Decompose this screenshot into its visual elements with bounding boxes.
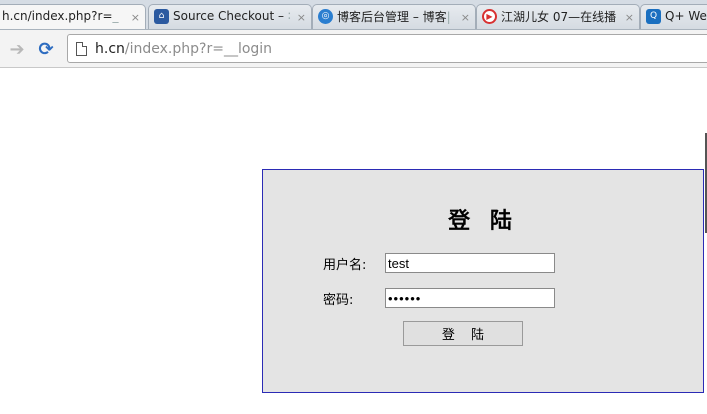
password-input[interactable]: [385, 288, 555, 308]
username-input[interactable]: [385, 253, 555, 273]
tab-video[interactable]: ▶ 江湖儿女 07—在线播 ×: [476, 4, 640, 29]
username-label: 用户名:: [323, 258, 367, 273]
login-button[interactable]: 登 陆: [403, 321, 523, 346]
q-icon: Q: [646, 8, 661, 24]
tab-close-icon[interactable]: ×: [297, 11, 306, 24]
login-form: 登 陆 用户名: 密码: 登 陆: [262, 169, 704, 393]
back-arrow-icon[interactable]: ➔: [6, 38, 28, 60]
tab-strip: h.cn/index.php?r=_ × ⌂ Source Checkout –…: [0, 0, 707, 30]
tab-qq-web[interactable]: Q Q+ Web: [640, 4, 707, 29]
browser-toolbar: ➔ ⟳ h.cn/index.php?r=__login: [0, 30, 707, 68]
house-icon: ⌂: [154, 8, 169, 24]
tab-source-checkout[interactable]: ⌂ Source Checkout – ∶ ×: [148, 4, 312, 29]
tab-title: Source Checkout – ∶: [173, 9, 291, 23]
tab-close-icon[interactable]: ×: [625, 11, 634, 24]
tab-title: 博客后台管理 – 博客|: [337, 9, 451, 24]
reload-icon[interactable]: ⟳: [35, 38, 57, 60]
tab-blog-admin[interactable]: ◎ 博客后台管理 – 博客| ×: [312, 4, 476, 29]
tab-title: 江湖儿女 07—在线播: [501, 9, 617, 24]
play-icon: ▶: [482, 8, 497, 24]
login-title: 登 陆: [448, 209, 518, 234]
password-label: 密码:: [323, 293, 354, 308]
url-text[interactable]: h.cn/index.php?r=__login: [95, 41, 272, 57]
address-bar[interactable]: h.cn/index.php?r=__login: [67, 34, 707, 63]
tab-title: Q+ Web: [665, 9, 707, 23]
tab-current[interactable]: h.cn/index.php?r=_ ×: [0, 4, 146, 29]
circle-logo-icon: ◎: [318, 8, 333, 24]
tab-close-icon[interactable]: ×: [461, 11, 470, 24]
page-content: 登 陆 用户名: 密码: 登 陆: [0, 69, 707, 414]
page-icon: [76, 41, 87, 56]
tab-close-icon[interactable]: ×: [131, 11, 140, 24]
tab-title: h.cn/index.php?r=_: [2, 9, 119, 23]
